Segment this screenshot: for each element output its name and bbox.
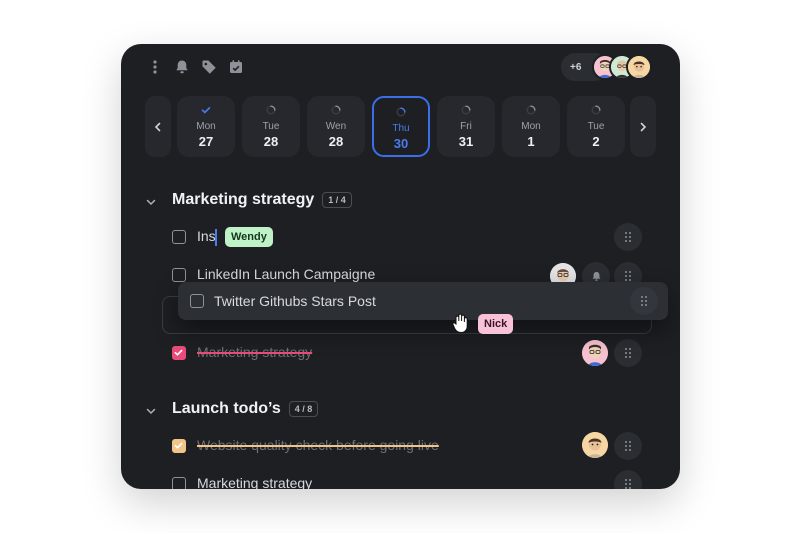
progress-count-badge: 1 / 4 bbox=[322, 192, 352, 208]
avatar[interactable] bbox=[626, 54, 652, 80]
task-title: Marketing strategy bbox=[197, 344, 313, 360]
day-number: 27 bbox=[198, 134, 214, 149]
collaborator-cursor-tag: Wendy bbox=[225, 227, 273, 247]
day-name: Thu bbox=[392, 123, 410, 134]
collaborators-group[interactable]: +6 bbox=[561, 53, 653, 81]
progress-count-badge: 4 / 8 bbox=[288, 401, 319, 417]
calendar-day[interactable]: Mon 1 bbox=[502, 96, 560, 157]
day-name: Fri bbox=[460, 121, 472, 132]
day-name: Mon bbox=[196, 121, 216, 132]
task-row[interactable]: Marketing strategy bbox=[172, 340, 642, 366]
task-checkbox-checked[interactable] bbox=[172, 346, 186, 360]
day-name: Mon bbox=[521, 121, 541, 132]
task-row[interactable]: Marketing strategy bbox=[172, 471, 642, 489]
task-row[interactable]: Ins Wendy bbox=[172, 224, 642, 250]
day-number: 30 bbox=[393, 136, 409, 151]
chevron-down-icon[interactable] bbox=[146, 194, 158, 206]
progress-spinner-icon bbox=[331, 105, 341, 115]
drag-handle-icon[interactable] bbox=[614, 223, 642, 251]
progress-spinner-icon bbox=[526, 105, 536, 115]
task-checkbox[interactable] bbox=[172, 477, 186, 489]
calendar-day[interactable]: Wen 28 bbox=[307, 96, 365, 157]
chevron-down-icon[interactable] bbox=[146, 403, 158, 415]
day-name: Tue bbox=[262, 121, 280, 132]
progress-spinner-icon bbox=[396, 107, 406, 117]
progress-spinner-icon bbox=[591, 105, 601, 115]
section-title: Launch todo’s bbox=[172, 400, 281, 417]
drag-handle-icon[interactable] bbox=[630, 287, 658, 315]
check-icon bbox=[174, 349, 183, 356]
kebab-menu-icon[interactable] bbox=[146, 58, 164, 76]
day-number: 28 bbox=[263, 134, 279, 149]
section-header-marketing-strategy[interactable]: Marketing strategy 1 / 4 bbox=[146, 190, 352, 210]
check-icon bbox=[201, 105, 211, 115]
calendar-day[interactable]: Thu 30 bbox=[372, 96, 430, 157]
calendar-day[interactable]: Tue 28 bbox=[242, 96, 300, 157]
task-checkbox-checked[interactable] bbox=[172, 439, 186, 453]
day-name: Wen bbox=[325, 121, 347, 132]
next-week-button[interactable] bbox=[630, 96, 656, 157]
calendar-day[interactable]: Tue 2 bbox=[567, 96, 625, 157]
collaborator-cursor-tag: Nick bbox=[478, 314, 514, 334]
chevron-left-icon bbox=[154, 122, 161, 131]
task-title: Marketing strategy bbox=[197, 475, 313, 489]
task-title: LinkedIn Launch Campaigne bbox=[197, 266, 376, 282]
drag-handle-icon[interactable] bbox=[614, 432, 642, 460]
dragged-task-card[interactable]: Twitter Githubs Stars Post bbox=[178, 282, 668, 320]
task-title: Website quality check before going live bbox=[197, 437, 439, 453]
assignee-avatar[interactable] bbox=[582, 340, 608, 366]
day-name: Tue bbox=[587, 121, 605, 132]
task-checkbox[interactable] bbox=[190, 294, 204, 308]
task-title-input[interactable]: Ins bbox=[197, 228, 216, 244]
task-title: Twitter Githubs Stars Post bbox=[214, 293, 376, 309]
text-caret bbox=[215, 229, 217, 246]
task-checkbox[interactable] bbox=[172, 230, 186, 244]
section-header-launch-todos[interactable]: Launch todo’s 4 / 8 bbox=[146, 399, 319, 419]
task-row[interactable]: Website quality check before going live bbox=[172, 433, 642, 459]
grab-cursor-icon bbox=[452, 312, 470, 334]
prev-week-button[interactable] bbox=[145, 96, 171, 157]
todo-panel: +6 Mon 27 Tue 28 Wen 28 Thu 30 Fri 31 Mon 1 Tue 2 Mar… bbox=[121, 44, 680, 489]
check-icon bbox=[174, 442, 183, 449]
tag-icon[interactable] bbox=[200, 58, 218, 76]
day-number: 2 bbox=[592, 134, 600, 149]
calendar-check-icon[interactable] bbox=[227, 58, 245, 76]
day-number: 31 bbox=[458, 134, 474, 149]
bell-icon[interactable] bbox=[173, 58, 191, 76]
day-number: 1 bbox=[527, 134, 535, 149]
calendar-day[interactable]: Mon 27 bbox=[177, 96, 235, 157]
chevron-right-icon bbox=[640, 122, 647, 131]
day-number: 28 bbox=[328, 134, 344, 149]
calendar-day[interactable]: Fri 31 bbox=[437, 96, 495, 157]
task-checkbox[interactable] bbox=[172, 268, 186, 282]
progress-spinner-icon bbox=[266, 105, 276, 115]
drag-handle-icon[interactable] bbox=[614, 339, 642, 367]
assignee-avatar[interactable] bbox=[582, 432, 608, 458]
section-title: Marketing strategy bbox=[172, 191, 315, 208]
progress-spinner-icon bbox=[461, 105, 471, 115]
